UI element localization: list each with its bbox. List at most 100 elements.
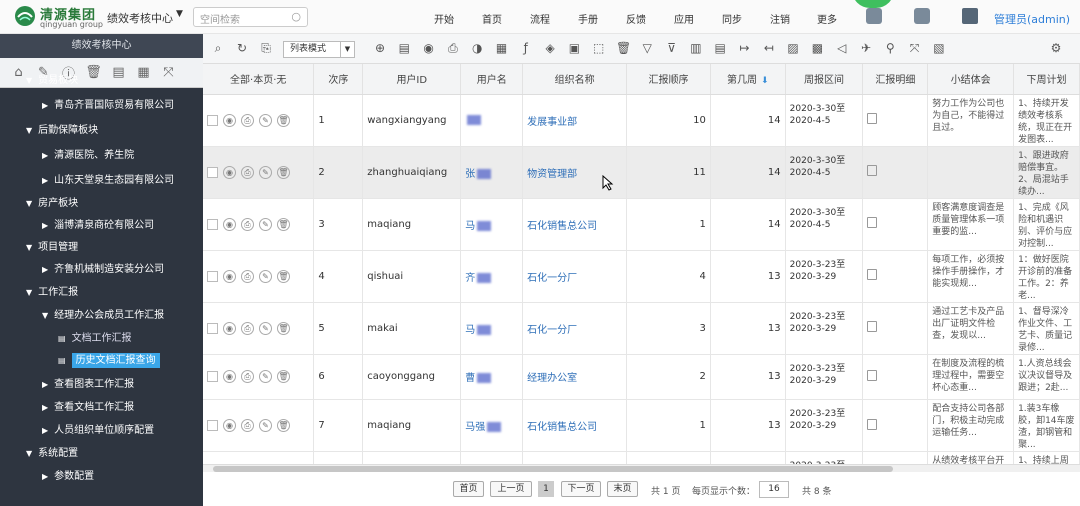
cell-detail[interactable] — [862, 354, 929, 401]
row-checkbox[interactable] — [207, 420, 218, 432]
chevron-down-icon[interactable]: ▼ — [176, 9, 183, 19]
share-icon[interactable]: ◁ — [835, 41, 849, 55]
col-username[interactable]: 用户名 — [460, 64, 524, 95]
cell-detail[interactable] — [862, 198, 929, 251]
prev-page-button[interactable]: 上一页 — [490, 481, 532, 497]
report-detail-icon[interactable] — [867, 418, 878, 430]
edit-icon[interactable]: ✎ — [259, 113, 272, 127]
cell-org[interactable]: 经理办公室 — [522, 354, 628, 401]
sidebar-item[interactable]: ▼ 贸易板块 — [0, 70, 203, 92]
user-icon[interactable]: ⚲ — [883, 41, 897, 55]
paste-icon[interactable]: ⬚ — [592, 41, 606, 55]
filter-clear-icon[interactable]: ⊽ — [665, 41, 679, 55]
system-selector[interactable]: 绩效考核中心 — [107, 10, 173, 26]
print-icon[interactable]: ⎙ — [241, 321, 254, 335]
cell-detail[interactable] — [862, 146, 929, 199]
print-icon[interactable]: ⎙ — [241, 113, 254, 127]
trash-icon[interactable]: 🗑 — [277, 370, 290, 384]
export-icon[interactable]: ⎘ — [259, 41, 273, 55]
horizontal-scrollbar[interactable] — [203, 464, 1080, 472]
print-icon[interactable]: ⎙ — [241, 217, 254, 231]
first-page-button[interactable]: 首页 — [453, 481, 484, 497]
sidebar-item[interactable]: ▼ 房产板块 — [0, 193, 203, 215]
refresh-icon[interactable]: ↻ — [235, 41, 249, 55]
table-row[interactable]: ◉ ⎙ ✎ 🗑 2 zhanghuaiqiang 张物资管理部 11 14 2020-3-30至 … — [203, 146, 1080, 199]
table-row[interactable]: ◉ ⎙ ✎ 🗑 5 makai 马石化一分厂 3 13 2020-3-23至 2020-3-29 通… — [203, 302, 1080, 355]
row-checkbox[interactable] — [207, 218, 218, 230]
trash-icon[interactable]: 🗑 — [277, 217, 290, 231]
add-icon[interactable]: ⊕ — [373, 41, 387, 55]
sidebar-item[interactable]: ▼ 工作汇报 — [0, 282, 203, 304]
nav-flow[interactable]: 流程 — [530, 11, 550, 26]
report-detail-icon[interactable] — [867, 217, 878, 228]
col-org[interactable]: 组织名称 — [522, 64, 628, 95]
chart-icon[interactable]: ◑ — [470, 41, 484, 55]
row-checkbox[interactable] — [207, 371, 218, 383]
cell-username[interactable]: 马 — [460, 198, 524, 251]
sidebar-item[interactable]: ▼ 后勤保障板块 — [0, 120, 203, 142]
cell-username[interactable]: 马 — [460, 302, 524, 355]
cell-username[interactable] — [460, 94, 524, 147]
per-page-input[interactable]: 16 — [759, 481, 789, 498]
edit-icon[interactable]: ✎ — [259, 370, 272, 384]
trash-icon[interactable]: 🗑 — [277, 321, 290, 335]
cell-org[interactable]: 物资管理部 — [522, 451, 628, 464]
view-icon[interactable]: ◉ — [223, 165, 236, 179]
cell-org[interactable]: 发展事业部 — [522, 94, 628, 147]
table-row[interactable]: ◉ ⎙ ✎ 🗑 1 wangxiangyang 发展事业部 10 14 2020-3-30至 20… — [203, 94, 1080, 147]
cell-username[interactable]: 曹 — [460, 354, 524, 401]
trash-icon[interactable]: 🗑 — [277, 113, 290, 127]
nav-start[interactable]: 开始 — [434, 11, 454, 26]
col-range[interactable]: 周报区间 — [785, 64, 864, 95]
last-page-button[interactable]: 末页 — [607, 481, 638, 497]
cell-org[interactable]: 石化一分厂 — [522, 302, 628, 355]
table-row[interactable]: ◉ ⎙ ✎ 🗑 6 caoyonggang 曹经理办公室 2 13 2020-3-23至 2020… — [203, 354, 1080, 401]
sidebar-item[interactable]: ▤ 历史文档汇报查询 — [0, 350, 203, 372]
nav-home[interactable]: 首页 — [482, 11, 502, 26]
col-seq[interactable]: 次序 — [313, 64, 364, 95]
cell-detail[interactable] — [862, 302, 929, 355]
view-icon[interactable]: ◉ — [223, 419, 236, 433]
sidebar-item[interactable]: ▶ 淄博清泉商砼有限公司 — [0, 215, 203, 237]
cell-org[interactable]: 石化一分厂 — [522, 250, 628, 303]
search-icon[interactable]: ○ — [291, 10, 301, 23]
import-icon[interactable]: ↦ — [738, 41, 752, 55]
print-icon[interactable]: ⎙ — [446, 41, 460, 55]
cell-detail[interactable] — [862, 94, 929, 147]
filter-icon[interactable]: ▽ — [640, 41, 654, 55]
notification-tab[interactable] — [852, 0, 894, 8]
nav-sync[interactable]: 同步 — [722, 11, 742, 26]
view-icon[interactable]: ◉ — [223, 269, 236, 283]
cell-username[interactable]: 马强 — [460, 399, 524, 453]
print-icon[interactable]: ⎙ — [241, 165, 254, 179]
view-icon[interactable]: ◉ — [223, 321, 236, 335]
col-week[interactable]: 第几周 ⬇ — [710, 64, 786, 95]
view-icon[interactable]: ◉ — [223, 113, 236, 127]
send-icon[interactable]: ✈ — [859, 41, 873, 55]
row-checkbox[interactable] — [207, 114, 218, 126]
report-detail-icon[interactable] — [867, 321, 878, 332]
cell-detail[interactable] — [862, 451, 929, 464]
sheet-icon[interactable]: ▦ — [495, 41, 509, 55]
col-detail[interactable]: 汇报明细 — [862, 64, 929, 95]
export-icon[interactable]: ↤ — [762, 41, 776, 55]
nav-logout[interactable]: 注销 — [770, 11, 790, 26]
sidebar-item[interactable]: ▶ 查看文档工作汇报 — [0, 397, 203, 419]
stacked-chart-icon[interactable]: ▤ — [713, 41, 727, 55]
view-icon[interactable]: ◉ — [223, 370, 236, 384]
print-icon[interactable]: ⎙ — [241, 419, 254, 433]
print-icon[interactable]: ⎙ — [241, 269, 254, 283]
sidebar-item[interactable]: ▶ 山东天堂泉生态园有限公司 — [0, 170, 203, 192]
sort-down-icon[interactable]: ⬇ — [761, 76, 769, 86]
report-icon[interactable]: ▧ — [932, 41, 946, 55]
table-icon[interactable]: ▨ — [786, 41, 800, 55]
nav-manual[interactable]: 手册 — [578, 11, 598, 26]
grid-icon[interactable]: ▩ — [810, 41, 824, 55]
cell-username[interactable]: 张 — [460, 451, 524, 464]
trash-icon[interactable]: 🗑 — [277, 165, 290, 179]
sidebar-item[interactable]: ▶ 人员组织单位顺序配置 — [0, 420, 203, 442]
table-row[interactable]: ◉ ⎙ ✎ 🗑 4 qishuai 齐石化一分厂 4 13 2020-3-23至 2020-3-2… — [203, 250, 1080, 303]
table-row[interactable]: ◉⎙✎🗑8zhanghuaiqiang张物资管理部11132020-3-23至 … — [203, 451, 1080, 464]
view-mode-select[interactable]: 列表模式 ▼ — [283, 41, 355, 58]
edit-icon[interactable]: ✎ — [259, 217, 272, 231]
